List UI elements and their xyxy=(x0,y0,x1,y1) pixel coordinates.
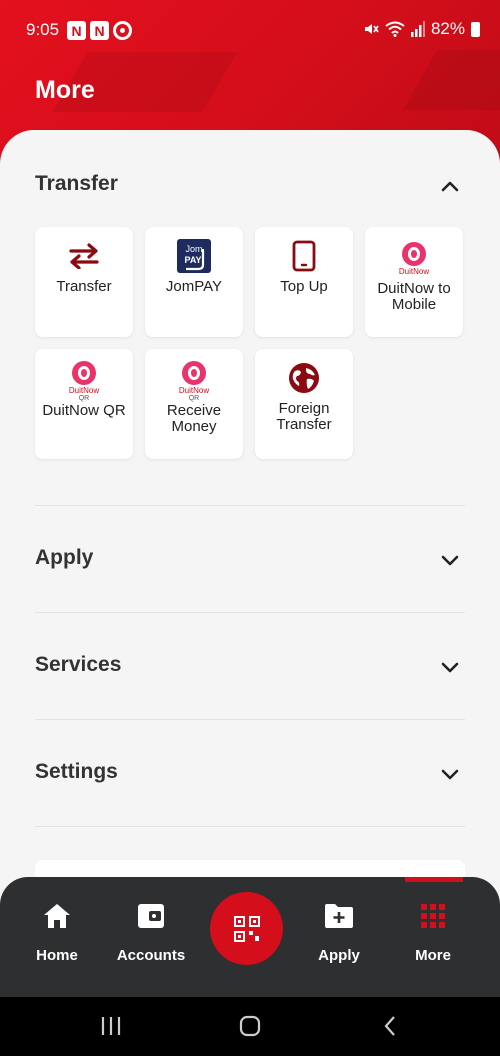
wallet-icon xyxy=(138,904,164,928)
tile-receive-money[interactable]: DuitNow QR Receive Money xyxy=(145,349,243,459)
tile-duitnow-qr[interactable]: DuitNow QR DuitNow QR xyxy=(35,349,133,459)
nav-more[interactable]: More xyxy=(388,901,478,964)
section-title-services[interactable]: Services xyxy=(35,653,121,677)
section-title-transfer[interactable]: Transfer xyxy=(35,172,118,196)
tile-label: Top Up xyxy=(280,278,328,295)
nav-label: More xyxy=(415,947,451,964)
active-tab-indicator xyxy=(405,877,463,882)
globe-icon xyxy=(289,363,319,393)
status-bar: 9:05 N N 82% xyxy=(0,0,500,60)
nav-label: Accounts xyxy=(116,947,186,964)
chevron-down-icon[interactable] xyxy=(440,550,460,570)
home-icon xyxy=(44,904,70,928)
jompay-logo-icon: Jom PAY xyxy=(177,239,211,273)
content-sheet[interactable]: Transfer Transfer Jom PAY JomPAY Top Up … xyxy=(0,130,500,930)
grid-more-icon xyxy=(421,904,445,928)
notification-icons: N N xyxy=(67,21,132,40)
duitnow-icon: DuitNow xyxy=(399,242,429,276)
divider xyxy=(35,719,465,720)
system-nav-bar xyxy=(0,997,500,1056)
duitnow-logo-sub: QR xyxy=(188,394,200,402)
tile-foreign-transfer[interactable]: Foreign Transfer xyxy=(255,349,353,459)
nav-label: Home xyxy=(36,947,78,964)
recents-icon[interactable] xyxy=(100,1015,122,1037)
mute-icon xyxy=(364,24,379,34)
transfer-arrows-icon xyxy=(69,243,99,269)
tile-label: Foreign Transfer xyxy=(276,400,332,433)
folder-add-icon xyxy=(325,904,353,928)
tile-top-up[interactable]: Top Up xyxy=(255,227,353,337)
tile-duitnow-to-mobile[interactable]: DuitNow DuitNow to Mobile xyxy=(365,227,463,337)
tile-label: DuitNow QR xyxy=(42,402,126,419)
section-title-settings[interactable]: Settings xyxy=(35,760,118,784)
app-notification-icon: N xyxy=(67,21,86,40)
duitnow-logo-sub: QR xyxy=(78,394,90,402)
tile-label: Transfer xyxy=(56,278,112,295)
chevron-up-icon[interactable] xyxy=(440,176,460,196)
tile-jompay[interactable]: Jom PAY JomPAY xyxy=(145,227,243,337)
status-time: 9:05 xyxy=(26,20,60,39)
duitnow-qr-icon: DuitNow QR xyxy=(178,360,210,402)
tile-label: JomPAY xyxy=(165,278,223,295)
back-icon[interactable] xyxy=(380,1015,402,1037)
section-title-apply[interactable]: Apply xyxy=(35,546,93,570)
nav-label: Apply xyxy=(318,947,360,964)
chevron-down-icon[interactable] xyxy=(440,657,460,677)
battery-percent: 82% xyxy=(430,19,465,38)
divider xyxy=(35,505,465,506)
app-notification-icon: N xyxy=(90,21,109,40)
divider xyxy=(35,826,465,827)
wifi-icon xyxy=(385,21,405,37)
nav-home[interactable]: Home xyxy=(12,901,102,964)
bottom-nav: Home Accounts Apply More xyxy=(0,877,500,997)
signal-icon xyxy=(410,21,425,37)
jompay-logo-text-top: Jom xyxy=(185,244,202,254)
target-notification-icon xyxy=(113,21,132,40)
jompay-logo-text-bottom: PAY xyxy=(184,255,201,265)
tile-label: Receive Money xyxy=(166,402,222,435)
page-title: More xyxy=(35,76,95,104)
qr-code-icon xyxy=(233,915,260,942)
duitnow-logo-text: DuitNow xyxy=(398,267,430,276)
duitnow-qr-icon: DuitNow QR xyxy=(68,360,100,402)
battery-icon xyxy=(471,21,480,37)
nav-accounts[interactable]: Accounts xyxy=(106,901,196,964)
home-button-icon[interactable] xyxy=(239,1015,261,1037)
duitnow-logo-text: DuitNow xyxy=(178,385,210,395)
status-right: 82% xyxy=(363,19,480,39)
scan-qr-button[interactable] xyxy=(210,892,283,965)
nav-apply[interactable]: Apply xyxy=(294,901,384,964)
chevron-down-icon[interactable] xyxy=(440,764,460,784)
divider xyxy=(35,612,465,613)
duitnow-logo-text: DuitNow xyxy=(68,385,100,395)
tile-transfer[interactable]: Transfer xyxy=(35,227,133,337)
tile-label: DuitNow to Mobile xyxy=(377,280,451,313)
phone-icon xyxy=(292,240,316,272)
